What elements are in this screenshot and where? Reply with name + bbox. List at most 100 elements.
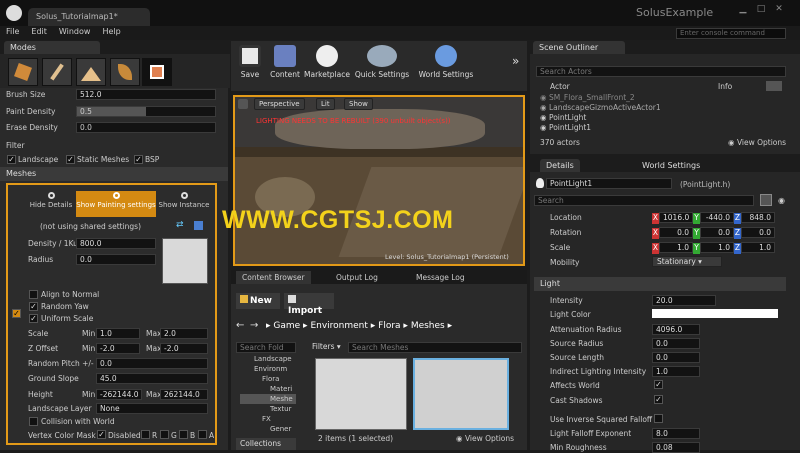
filters-button[interactable]: Filters ▾ <box>312 342 341 351</box>
import-button[interactable]: Import <box>284 293 334 316</box>
tree-item[interactable]: Textur <box>240 404 296 414</box>
location-z[interactable]: 848.0 <box>741 212 775 223</box>
rotation-y[interactable]: 0.0 <box>700 227 734 238</box>
attenuation-radius-field[interactable]: 4096.0 <box>652 324 700 335</box>
uniform-scale-checkbox[interactable]: ✓ <box>29 314 38 323</box>
output-log-tab[interactable]: Output Log <box>330 271 384 284</box>
quick-settings-button[interactable]: Quick Settings <box>354 44 410 84</box>
affects-world-checkbox[interactable]: ✓ <box>654 380 663 389</box>
show-button[interactable]: Show <box>344 98 373 110</box>
menu-file[interactable]: File <box>0 26 25 37</box>
crumb-flora[interactable]: Flora <box>378 321 400 331</box>
rotation-xyz[interactable]: X 0.0 Y 0.0 Z 0.0 <box>652 227 775 239</box>
menu-edit[interactable]: Edit <box>25 26 53 37</box>
console-input[interactable]: Enter console command <box>676 28 786 39</box>
landscape-layer-field[interactable]: None <box>96 403 208 414</box>
r-checkbox[interactable] <box>141 430 150 439</box>
density-field[interactable]: 800.0 <box>76 238 156 249</box>
marketplace-button[interactable]: Marketplace <box>304 44 350 84</box>
scale-max-field[interactable]: 2.0 <box>160 328 208 339</box>
details-tab[interactable]: Details <box>540 159 580 172</box>
arrow-swap-icon[interactable]: ⇄ <box>176 220 184 230</box>
eye-icon[interactable]: ◉ <box>778 196 785 205</box>
asset-thumbnail[interactable] <box>413 358 509 430</box>
z-offset-max-field[interactable]: -2.0 <box>160 343 208 354</box>
light-color-swatch[interactable] <box>652 309 778 318</box>
tree-item[interactable]: Environm <box>240 364 296 374</box>
new-button[interactable]: New <box>236 293 280 309</box>
message-log-tab[interactable]: Message Log <box>410 271 471 284</box>
light-section[interactable]: Light <box>534 277 786 291</box>
search-actors-input[interactable]: Search Actors <box>536 66 786 77</box>
scale-y[interactable]: 1.0 <box>700 242 734 253</box>
crumb-game[interactable]: Game <box>273 321 300 331</box>
bsp-checkbox[interactable]: ✓ <box>134 155 143 164</box>
random-yaw-checkbox[interactable]: ✓ <box>29 302 38 311</box>
save-button[interactable]: Save <box>236 44 264 84</box>
b-checkbox[interactable] <box>179 430 188 439</box>
foliage-mode-button[interactable] <box>110 58 140 86</box>
crumb-environment[interactable]: Environment <box>310 321 367 331</box>
scale-z[interactable]: 1.0 <box>741 242 775 253</box>
a-checkbox[interactable] <box>198 430 207 439</box>
table-row[interactable]: ◉ LandscapeGizmoActiveActor1 <box>540 103 661 112</box>
hide-details-tab[interactable]: Hide Details <box>28 191 74 217</box>
viewport-options-icon[interactable] <box>238 99 248 109</box>
min-roughness-field[interactable]: 0.08 <box>652 442 700 453</box>
paint-density-slider[interactable] <box>76 106 216 117</box>
location-xyz[interactable]: X 1016.0 Y -440.0 Z 848.0 <box>652 212 775 224</box>
cast-shadows-checkbox[interactable]: ✓ <box>654 395 663 404</box>
source-length-field[interactable]: 0.0 <box>652 352 700 363</box>
lit-button[interactable]: Lit <box>316 98 335 110</box>
height-max-field[interactable]: 262144.0 <box>160 389 208 400</box>
toolbar-expand-icon[interactable]: » <box>512 54 519 68</box>
show-instance-tab[interactable]: Show Instance <box>158 191 210 217</box>
search-meshes-input[interactable]: Search Meshes <box>348 342 522 353</box>
meshes-section[interactable]: Meshes <box>0 167 228 181</box>
collision-checkbox[interactable] <box>29 417 38 426</box>
source-radius-field[interactable]: 0.0 <box>652 338 700 349</box>
minimize-icon[interactable]: ▁ <box>736 4 750 16</box>
scale-min-field[interactable]: 1.0 <box>96 328 140 339</box>
scene-outliner-tab[interactable]: Scene Outliner <box>533 41 625 54</box>
table-row[interactable]: ◉ PointLight1 <box>540 123 591 132</box>
z-offset-min-field[interactable]: -2.0 <box>96 343 140 354</box>
mobility-dropdown[interactable]: Stationary ▾ <box>652 256 722 267</box>
height-min-field[interactable]: -262144.0 <box>96 389 142 400</box>
menu-window[interactable]: Window <box>53 26 97 37</box>
tree-item[interactable]: FX <box>240 414 296 424</box>
crumb-meshes[interactable]: Meshes <box>411 321 445 331</box>
table-row[interactable]: ◉ SM_Flora_SmallFront_2 <box>540 93 635 102</box>
falloff-exponent-field[interactable]: 8.0 <box>652 428 700 439</box>
back-icon[interactable]: ← <box>236 320 244 331</box>
maximize-icon[interactable]: □ <box>754 4 768 16</box>
ground-slope-field[interactable]: 45.0 <box>96 373 208 384</box>
static-meshes-checkbox[interactable]: ✓ <box>66 155 75 164</box>
intensity-field[interactable]: 20.0 <box>652 295 716 306</box>
cb-view-options[interactable]: ◉ View Options <box>456 434 514 443</box>
rotation-z[interactable]: 0.0 <box>741 227 775 238</box>
outliner-view-options[interactable]: ◉ View Options <box>728 138 786 147</box>
scale-x[interactable]: 1.0 <box>659 242 693 253</box>
indirect-intensity-field[interactable]: 1.0 <box>652 366 700 377</box>
erase-density-slider[interactable] <box>76 122 216 133</box>
show-painting-tab[interactable]: Show Painting settings <box>76 191 156 217</box>
ue-logo[interactable] <box>6 5 22 21</box>
table-row[interactable]: ◉ PointLight <box>540 113 586 122</box>
disabled-checkbox[interactable]: ✓ <box>97 430 106 439</box>
g-checkbox[interactable] <box>160 430 169 439</box>
content-browser-tab[interactable]: Content Browser <box>236 271 311 284</box>
mesh-enable-checkbox[interactable]: ✓ <box>12 309 21 318</box>
radius-field[interactable]: 0.0 <box>76 254 156 265</box>
close-icon[interactable]: ✕ <box>772 4 786 16</box>
paint-mode-button[interactable] <box>42 58 72 86</box>
asset-thumbnail[interactable] <box>315 358 407 430</box>
landscape-mode-button[interactable] <box>76 58 106 86</box>
collections-header[interactable]: Collections <box>236 438 296 450</box>
save-small-icon[interactable] <box>194 221 203 230</box>
grid-view-icon[interactable] <box>760 194 772 206</box>
inverse-squared-checkbox[interactable] <box>654 414 663 423</box>
scale-xyz[interactable]: X 1.0 Y 1.0 Z 1.0 <box>652 242 775 254</box>
tree-item[interactable]: Materi <box>240 384 296 394</box>
document-tab[interactable]: Solus_Tutorialmap1* <box>28 8 150 26</box>
